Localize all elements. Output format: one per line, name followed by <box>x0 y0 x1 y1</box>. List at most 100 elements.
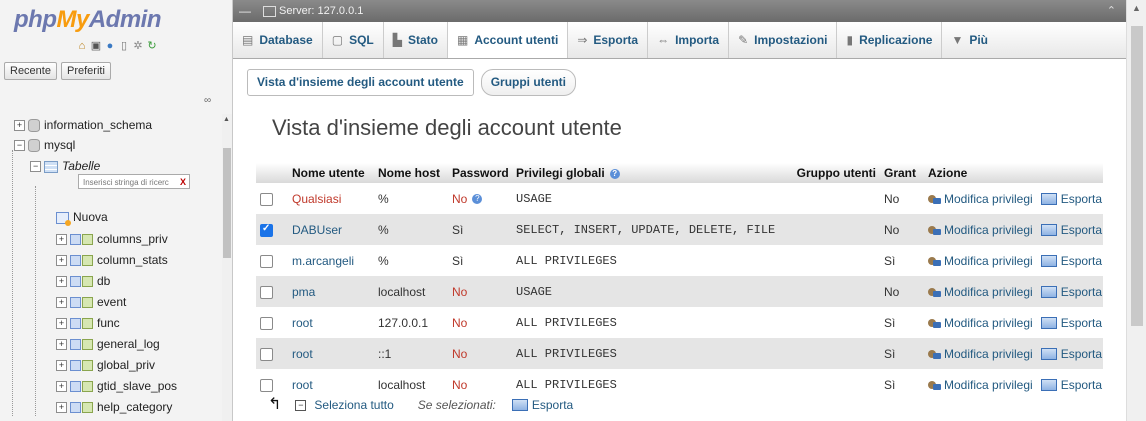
global-privileges-cell: SELECT, INSERT, UPDATE, DELETE, FILE <box>512 214 780 245</box>
tree-item-table[interactable]: + help_category <box>56 398 172 416</box>
home-icon[interactable]: ⌂ <box>76 40 88 52</box>
table-row[interactable]: Qualsiasi% No? USAGE No Modifica privilegi Es… <box>256 183 1103 214</box>
scrollbar-thumb[interactable] <box>1131 26 1143 326</box>
documentation-icon[interactable]: ▯ <box>118 40 130 52</box>
structure-icon <box>82 402 93 414</box>
help-icon[interactable]: ● <box>104 40 116 52</box>
edit-privileges-link[interactable]: Modifica privilegi <box>928 285 1033 299</box>
expand-icon[interactable]: + <box>56 234 67 246</box>
edit-privileges-link[interactable]: Modifica privilegi <box>928 316 1033 330</box>
tree-item-mysql[interactable]: − mysql <box>14 136 75 154</box>
host-name-cell: 127.0.0.1 <box>374 307 448 338</box>
expand-icon[interactable]: + <box>56 360 67 372</box>
export-icon: ⇒ <box>577 33 588 47</box>
collapse-navigation-icon[interactable]: — <box>233 0 257 22</box>
expand-icon[interactable]: + <box>56 255 67 267</box>
export-user-link[interactable]: Esporta <box>1040 254 1102 268</box>
export-user-link[interactable]: Esporta <box>1040 192 1102 206</box>
row-checkbox[interactable] <box>260 378 273 392</box>
logout-icon[interactable]: ▣ <box>90 40 102 52</box>
edit-privileges-link[interactable]: Modifica privilegi <box>928 254 1033 268</box>
tree-item-table[interactable]: + func <box>56 314 120 332</box>
table-row[interactable]: root localhost No ALL PRIVILEGES Sì Modifica … <box>256 369 1103 400</box>
column-header-host[interactable]: Nome host <box>374 163 448 183</box>
select-all-link[interactable]: Seleziona tutto <box>314 398 393 412</box>
gear-icon[interactable]: ✲ <box>132 40 144 52</box>
tree-item-table[interactable]: + general_log <box>56 335 160 353</box>
tree-item-table[interactable]: + gtid_slave_pos <box>56 377 177 395</box>
row-checkbox[interactable] <box>260 192 273 206</box>
expand-icon[interactable]: + <box>56 381 67 393</box>
export-user-link[interactable]: Esporta <box>1040 316 1102 330</box>
column-header-user[interactable]: Nome utente <box>288 163 374 183</box>
server-breadcrumb[interactable]: Server: 127.0.0.1 <box>263 0 363 22</box>
navigation-scrollbar[interactable]: ▲ <box>222 114 232 421</box>
help-icon[interactable]: ? <box>472 194 483 205</box>
tree-item-table[interactable]: + event <box>56 293 126 311</box>
phpmyadmin-logo[interactable]: phpMyAdmin <box>14 6 162 34</box>
tree-item-table[interactable]: + db <box>56 272 110 290</box>
edit-privileges-link[interactable]: Modifica privilegi <box>928 378 1033 392</box>
table-filter-input[interactable]: Inserisci stringa di ricerc X <box>78 174 190 189</box>
export-user-link[interactable]: Esporta <box>1040 285 1102 299</box>
tab-user-accounts[interactable]: ▦ Account utenti <box>447 22 569 58</box>
tab-more[interactable]: ▼ Più <box>942 22 997 58</box>
tab-settings[interactable]: ✎ Impostazioni <box>729 22 838 58</box>
row-checkbox[interactable] <box>260 254 273 268</box>
tab-sql[interactable]: ▢ SQL <box>323 22 384 58</box>
column-header-privileges[interactable]: Privilegi globali? <box>512 163 780 183</box>
tree-item-tables-folder[interactable]: − Tabelle <box>30 157 100 175</box>
table-row[interactable]: root::1 No ALL PRIVILEGES Sì Modifica privil… <box>256 338 1103 369</box>
subtab-user-accounts-overview[interactable]: Vista d'insieme degli account utente <box>247 69 474 96</box>
scroll-up-icon[interactable]: ▲ <box>1132 3 1141 13</box>
link-with-main-panel-icon[interactable]: ∞ <box>204 95 211 106</box>
tab-replication[interactable]: ▮ Replicazione <box>837 22 943 58</box>
help-icon[interactable]: ? <box>609 168 620 179</box>
recent-tables-button[interactable]: Recente <box>4 62 57 80</box>
edit-privileges-link[interactable]: Modifica privilegi <box>928 347 1033 361</box>
row-checkbox[interactable] <box>260 316 273 330</box>
table-row[interactable]: DABUser%SìSELECT, INSERT, UPDATE, DELETE… <box>256 214 1103 245</box>
tree-item-information-schema[interactable]: + information_schema <box>14 116 152 134</box>
expand-icon[interactable]: + <box>56 339 67 351</box>
row-checkbox[interactable] <box>260 347 273 361</box>
tree-item-new-table[interactable]: Nuova <box>56 208 108 226</box>
table-row[interactable]: pma localhost No USAGE No Modifica privilegi E… <box>256 276 1103 307</box>
subtab-user-groups[interactable]: Gruppi utenti <box>480 69 577 96</box>
edit-privileges-link[interactable]: Modifica privilegi <box>928 223 1033 237</box>
page-scrollbar[interactable]: ▲ <box>1126 0 1146 421</box>
export-user-link[interactable]: Esporta <box>1040 223 1102 237</box>
collapse-icon[interactable]: − <box>30 161 41 173</box>
table-row[interactable]: root 127.0.0.1 No ALL PRIVILEGES Sì Modifica … <box>256 307 1103 338</box>
collapse-icon[interactable]: − <box>14 140 25 152</box>
scroll-up-icon[interactable]: ▲ <box>223 116 230 123</box>
expand-icon[interactable]: + <box>56 276 67 288</box>
collapse-header-icon[interactable]: ⌃ <box>1107 0 1116 22</box>
export-user-link[interactable]: Esporta <box>1040 378 1102 392</box>
select-all-checkbox-icon[interactable]: − <box>295 399 307 411</box>
bulk-export-button[interactable]: Esporta <box>532 398 573 412</box>
column-header-password[interactable]: Password <box>448 163 512 183</box>
expand-icon[interactable]: + <box>56 402 67 414</box>
row-checkbox[interactable] <box>260 223 273 237</box>
tree-item-table[interactable]: + column_stats <box>56 251 168 269</box>
tree-item-table[interactable]: + columns_priv <box>56 230 168 248</box>
expand-icon[interactable]: + <box>56 297 67 309</box>
column-header-grant[interactable]: Grant <box>880 163 924 183</box>
tree-item-table[interactable]: + global_priv <box>56 356 155 374</box>
row-checkbox[interactable] <box>260 285 273 299</box>
favorite-tables-button[interactable]: Preferiti <box>60 62 111 80</box>
table-row[interactable]: m.arcangeli% Sì ALL PRIVILEGES Sì Modifica p… <box>256 245 1103 276</box>
reload-icon[interactable]: ↻ <box>146 40 158 52</box>
expand-icon[interactable]: + <box>56 318 67 330</box>
column-header-user-group[interactable]: Gruppo utenti <box>780 163 880 183</box>
tab-export[interactable]: ⇒ Esporta <box>568 22 649 58</box>
expand-icon[interactable]: + <box>14 120 25 132</box>
tab-database[interactable]: ▤ Database <box>233 22 323 58</box>
edit-privileges-link[interactable]: Modifica privilegi <box>928 192 1033 206</box>
scrollbar-thumb[interactable] <box>223 148 231 258</box>
tab-import[interactable]: ⇔ Importa <box>648 22 730 58</box>
export-user-link[interactable]: Esporta <box>1040 347 1102 361</box>
tab-status[interactable]: ▙ Stato <box>384 22 448 58</box>
clear-filter-icon[interactable]: X <box>180 175 186 190</box>
